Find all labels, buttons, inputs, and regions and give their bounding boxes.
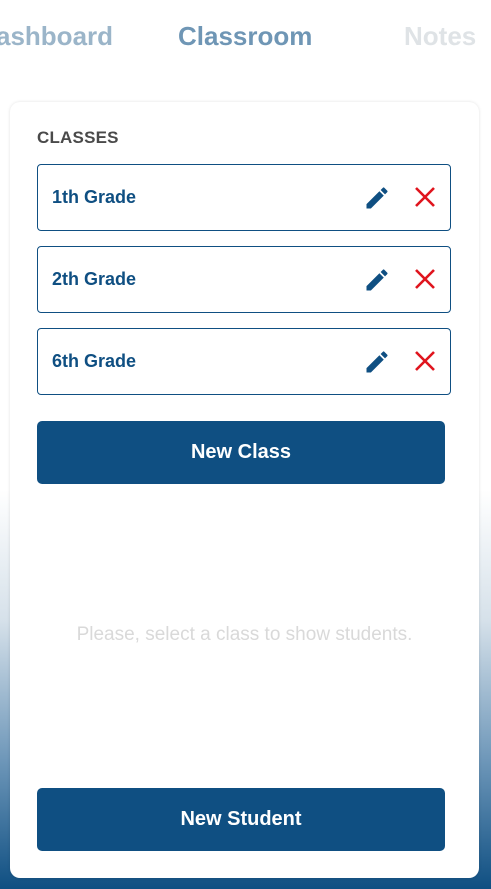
tab-notes[interactable]: Notes [404, 18, 476, 54]
tab-dashboard[interactable]: ashboard [0, 18, 113, 54]
class-item-6th-grade[interactable]: 6th Grade [37, 328, 451, 395]
classroom-panel: CLASSES 1th Grade 2th Grade 6th Grade Ne… [10, 102, 479, 878]
class-item-label: 6th Grade [52, 351, 137, 371]
top-navigation: ashboard Classroom Notes [0, 0, 491, 80]
pencil-icon[interactable] [363, 348, 391, 376]
class-item-1th-grade[interactable]: 1th Grade [37, 164, 451, 231]
class-item-label: 2th Grade [52, 269, 137, 289]
class-item-2th-grade[interactable]: 2th Grade [37, 246, 451, 313]
classes-heading: CLASSES [37, 128, 119, 147]
new-class-button[interactable]: New Class [37, 421, 445, 484]
close-icon[interactable] [414, 186, 436, 208]
class-item-label: 1th Grade [52, 187, 137, 207]
pencil-icon[interactable] [363, 266, 391, 294]
pencil-icon[interactable] [363, 184, 391, 212]
tab-classroom[interactable]: Classroom [178, 18, 312, 54]
new-student-button[interactable]: New Student [37, 788, 445, 851]
close-icon[interactable] [414, 268, 436, 290]
students-empty-message: Please, select a class to show students. [76, 624, 413, 645]
close-icon[interactable] [414, 350, 436, 372]
